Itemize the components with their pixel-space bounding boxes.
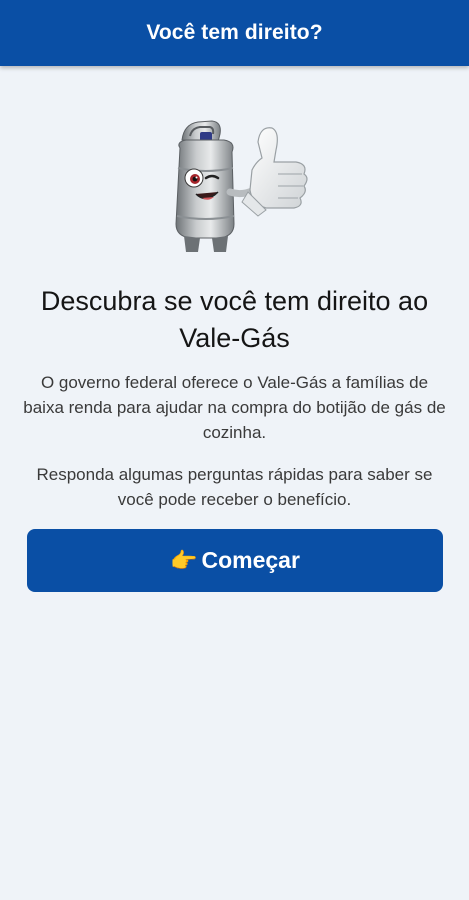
start-button[interactable]: 👉 Começar [27,529,443,592]
start-button-label: Começar [201,547,300,573]
gas-cylinder-mascot-icon [175,120,308,252]
instruction-paragraph: Responda algumas perguntas rápidas para … [36,465,433,509]
app-bar: Você tem direito? [0,0,469,66]
page-title: Você tem direito? [146,21,323,44]
description-paragraph: O governo federal oferece o Vale-Gás a f… [23,373,446,442]
pointing-hand-icon: 👉 [170,547,198,573]
headline: Descubra se você tem direito ao Vale-Gás [40,286,429,353]
